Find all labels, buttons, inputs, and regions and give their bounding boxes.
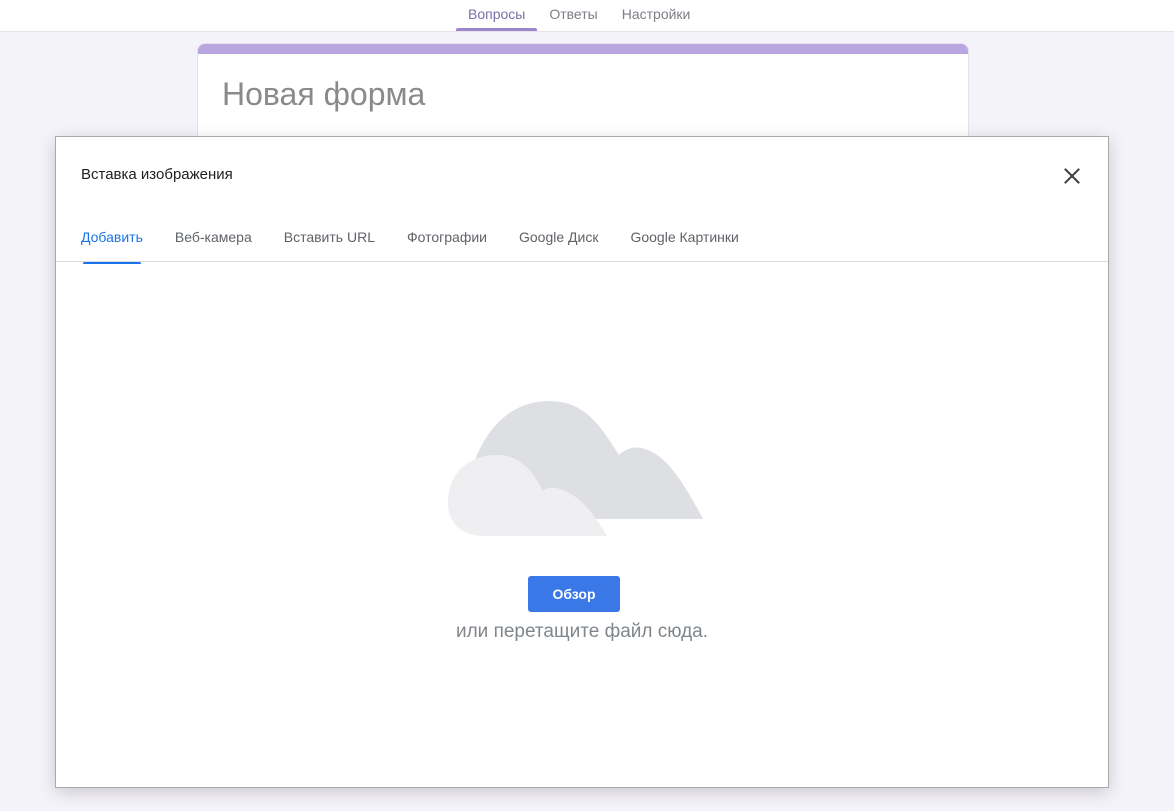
tab-settings[interactable]: Настройки bbox=[610, 0, 703, 31]
top-nav-bar: Вопросы Ответы Настройки bbox=[0, 0, 1174, 32]
dialog-tabs: Добавить Веб-камера Вставить URL Фотогра… bbox=[81, 229, 739, 264]
close-icon bbox=[1064, 168, 1080, 184]
close-button[interactable] bbox=[1060, 164, 1084, 188]
dialog-title: Вставка изображения bbox=[81, 166, 233, 183]
tab-by-url[interactable]: Вставить URL bbox=[284, 229, 375, 258]
form-title[interactable]: Новая форма bbox=[222, 76, 425, 113]
top-nav-tabs: Вопросы Ответы Настройки bbox=[456, 0, 702, 31]
tab-responses[interactable]: Ответы bbox=[537, 0, 609, 31]
tab-webcam[interactable]: Веб-камера bbox=[175, 229, 252, 258]
browse-button[interactable]: Обзор bbox=[528, 576, 620, 612]
tab-google-images[interactable]: Google Картинки bbox=[630, 229, 738, 258]
tab-google-drive[interactable]: Google Диск bbox=[519, 229, 598, 258]
tabs-divider bbox=[56, 261, 1108, 262]
tab-questions[interactable]: Вопросы bbox=[456, 0, 538, 31]
form-accent-bar bbox=[198, 44, 968, 54]
insert-image-dialog: Вставка изображения Добавить Веб-камера … bbox=[55, 136, 1109, 788]
drop-hint-text: или перетащите файл сюда. bbox=[455, 621, 709, 642]
cloud-icon bbox=[448, 401, 703, 536]
tab-photos[interactable]: Фотографии bbox=[407, 229, 487, 258]
tab-upload[interactable]: Добавить bbox=[81, 229, 143, 264]
